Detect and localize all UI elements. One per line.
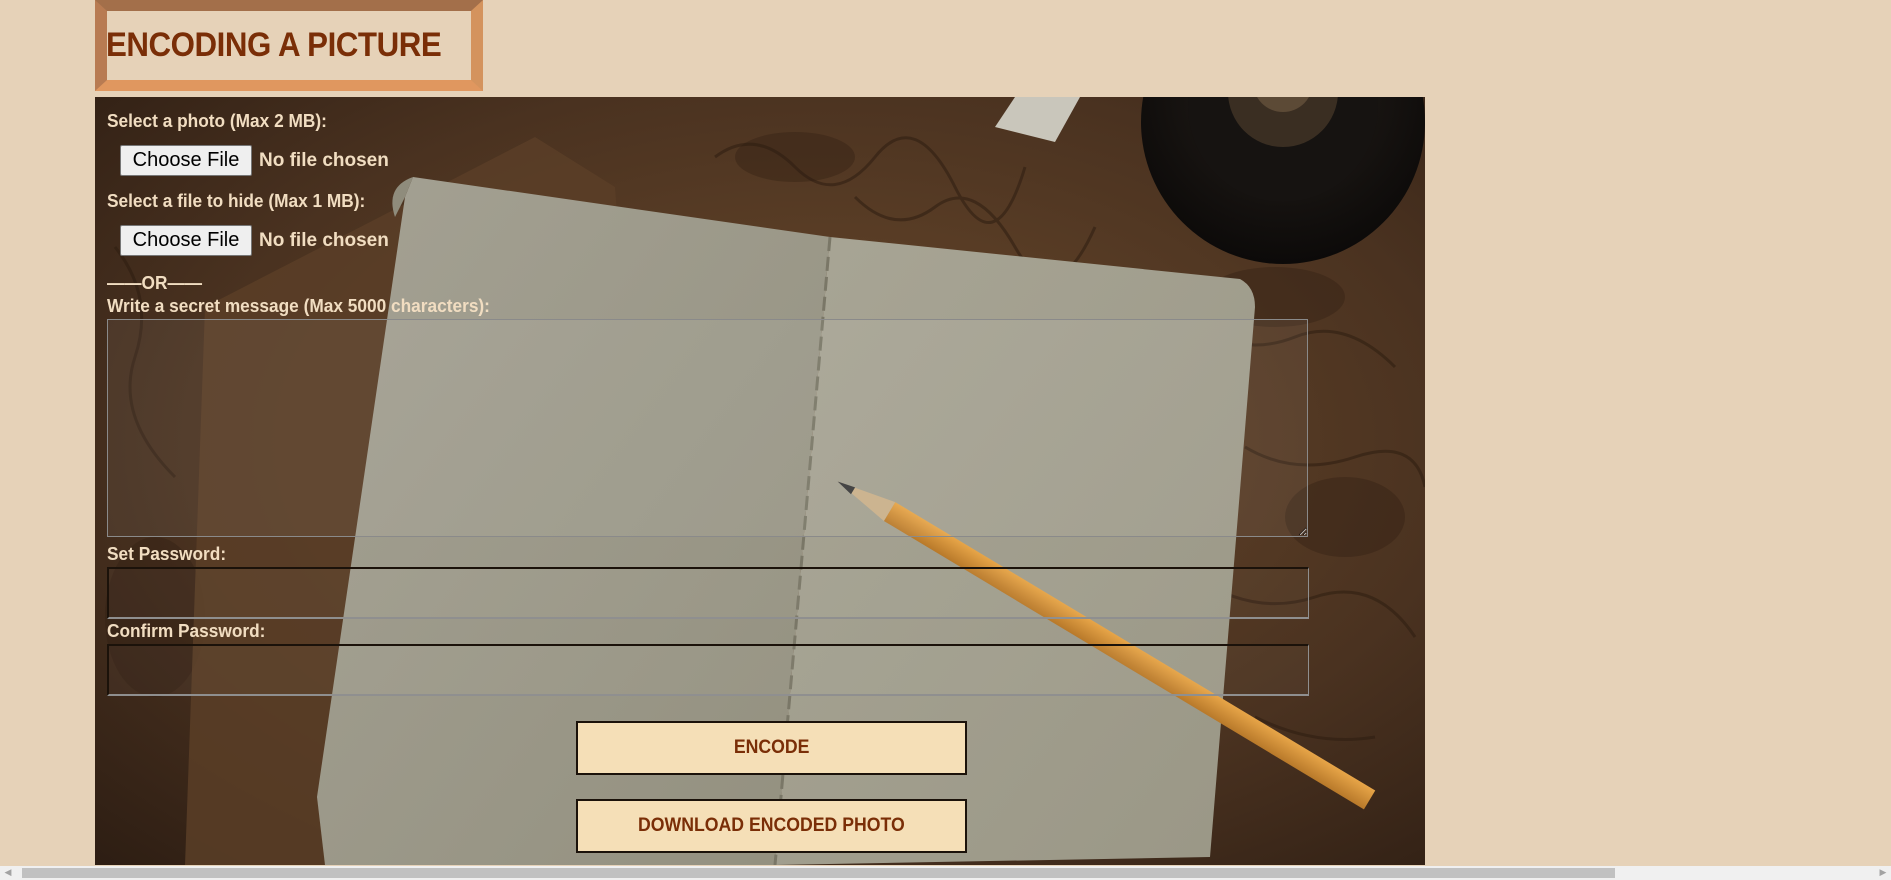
- hide-file-status: No file chosen: [259, 229, 389, 251]
- scroll-right-arrow-icon[interactable]: ▶: [1877, 868, 1889, 878]
- page-title-box: ENCODING A PICTURE: [95, 0, 483, 91]
- encode-button-label: ENCODE: [733, 737, 810, 758]
- photo-label: Select a photo (Max 2 MB):: [107, 111, 327, 131]
- password-input[interactable]: [107, 567, 1309, 619]
- message-label: Write a secret message (Max 5000 charact…: [107, 296, 490, 316]
- secret-message-textarea[interactable]: [107, 319, 1308, 537]
- scrollbar-thumb[interactable]: [22, 868, 1615, 878]
- horizontal-scrollbar[interactable]: ◀ ▶: [0, 866, 1891, 880]
- encode-button[interactable]: ENCODE: [576, 721, 967, 775]
- encode-panel: Select a photo (Max 2 MB): Choose File N…: [95, 97, 1425, 865]
- photo-file-status: No file chosen: [259, 149, 389, 171]
- or-separator: ——OR——: [107, 273, 203, 293]
- scroll-left-arrow-icon[interactable]: ◀: [2, 868, 14, 878]
- photo-file-input[interactable]: Choose File No file chosen: [120, 145, 389, 176]
- download-encoded-photo-button[interactable]: DOWNLOAD ENCODED PHOTO: [576, 799, 967, 853]
- download-button-label: DOWNLOAD ENCODED PHOTO: [638, 815, 905, 836]
- hide-choose-file-button[interactable]: Choose File: [120, 225, 252, 256]
- hide-file-label: Select a file to hide (Max 1 MB):: [107, 191, 366, 211]
- page-title: ENCODING A PICTURE: [106, 26, 442, 64]
- photo-choose-file-button[interactable]: Choose File: [120, 145, 252, 176]
- hide-file-input[interactable]: Choose File No file chosen: [120, 225, 389, 256]
- password-label: Set Password:: [107, 544, 227, 564]
- confirm-password-input[interactable]: [107, 644, 1309, 696]
- confirm-password-label: Confirm Password:: [107, 621, 266, 641]
